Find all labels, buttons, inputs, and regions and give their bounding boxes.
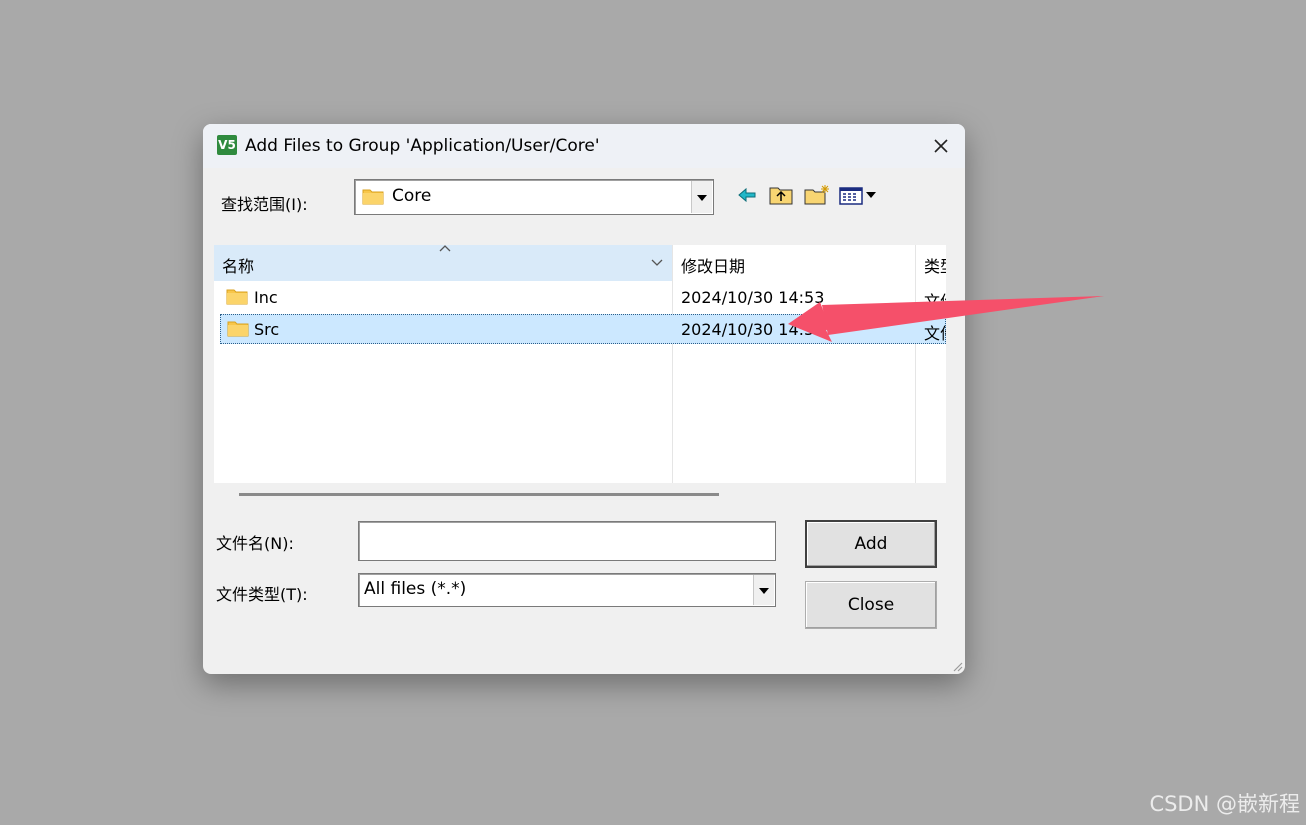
keil-app-icon: V5 [217, 135, 237, 155]
file-modified: 2024/10/30 14:53 [681, 320, 825, 339]
add-files-dialog: V5 Add Files to Group 'Application/User/… [203, 124, 965, 674]
close-icon[interactable] [929, 134, 953, 158]
dialog-title: Add Files to Group 'Application/User/Cor… [245, 136, 600, 156]
filename-input[interactable] [358, 521, 776, 561]
folder-icon [226, 289, 248, 305]
file-modified: 2024/10/30 14:53 [681, 288, 825, 307]
filetype-combo[interactable]: All files (*.*) [358, 573, 776, 607]
file-type: 文件夹 [924, 324, 946, 343]
column-header-type[interactable]: 类型 [916, 245, 946, 281]
column-divider [672, 245, 673, 483]
lookin-label: 查找范围(I): [221, 195, 308, 214]
lookin-combo[interactable]: Core [354, 179, 714, 215]
back-arrow-icon[interactable] [736, 183, 758, 207]
filetype-value: All files (*.*) [364, 579, 467, 599]
watermark-text: CSDN @嵌新程 [1149, 792, 1300, 816]
column-divider [915, 245, 916, 483]
filetype-label: 文件类型(T): [216, 585, 308, 604]
chevron-down-icon[interactable] [650, 257, 664, 267]
file-list[interactable]: 名称 修改日期 类型 Inc 2024/10/30 14:53 文件夹 [214, 245, 946, 483]
title-bar: V5 Add Files to Group 'Application/User/… [203, 124, 965, 168]
chevron-down-icon[interactable] [691, 181, 712, 213]
file-type: 文件夹 [924, 292, 946, 311]
horizontal-scrollbar[interactable] [239, 493, 719, 496]
sort-ascending-icon [439, 245, 451, 252]
list-item[interactable]: Inc 2024/10/30 14:53 文件夹 [214, 282, 946, 313]
folder-icon [227, 321, 249, 337]
add-button[interactable]: Add [805, 520, 937, 568]
resize-grip-icon[interactable] [951, 660, 963, 672]
up-folder-icon[interactable] [768, 183, 794, 207]
column-header-modified[interactable]: 修改日期 [673, 245, 915, 281]
list-item-selected[interactable]: Src 2024/10/30 14:53 文件夹 [220, 314, 946, 344]
chevron-down-icon[interactable] [753, 575, 774, 605]
lookin-value: Core [392, 186, 432, 206]
column-header-name[interactable]: 名称 [214, 245, 672, 281]
file-name: Src [254, 320, 280, 339]
file-name: Inc [254, 288, 278, 307]
view-menu-icon[interactable] [839, 183, 881, 207]
new-folder-icon[interactable] [803, 183, 831, 207]
folder-icon [362, 189, 384, 205]
close-button[interactable]: Close [805, 581, 937, 629]
filename-label: 文件名(N): [216, 534, 294, 553]
